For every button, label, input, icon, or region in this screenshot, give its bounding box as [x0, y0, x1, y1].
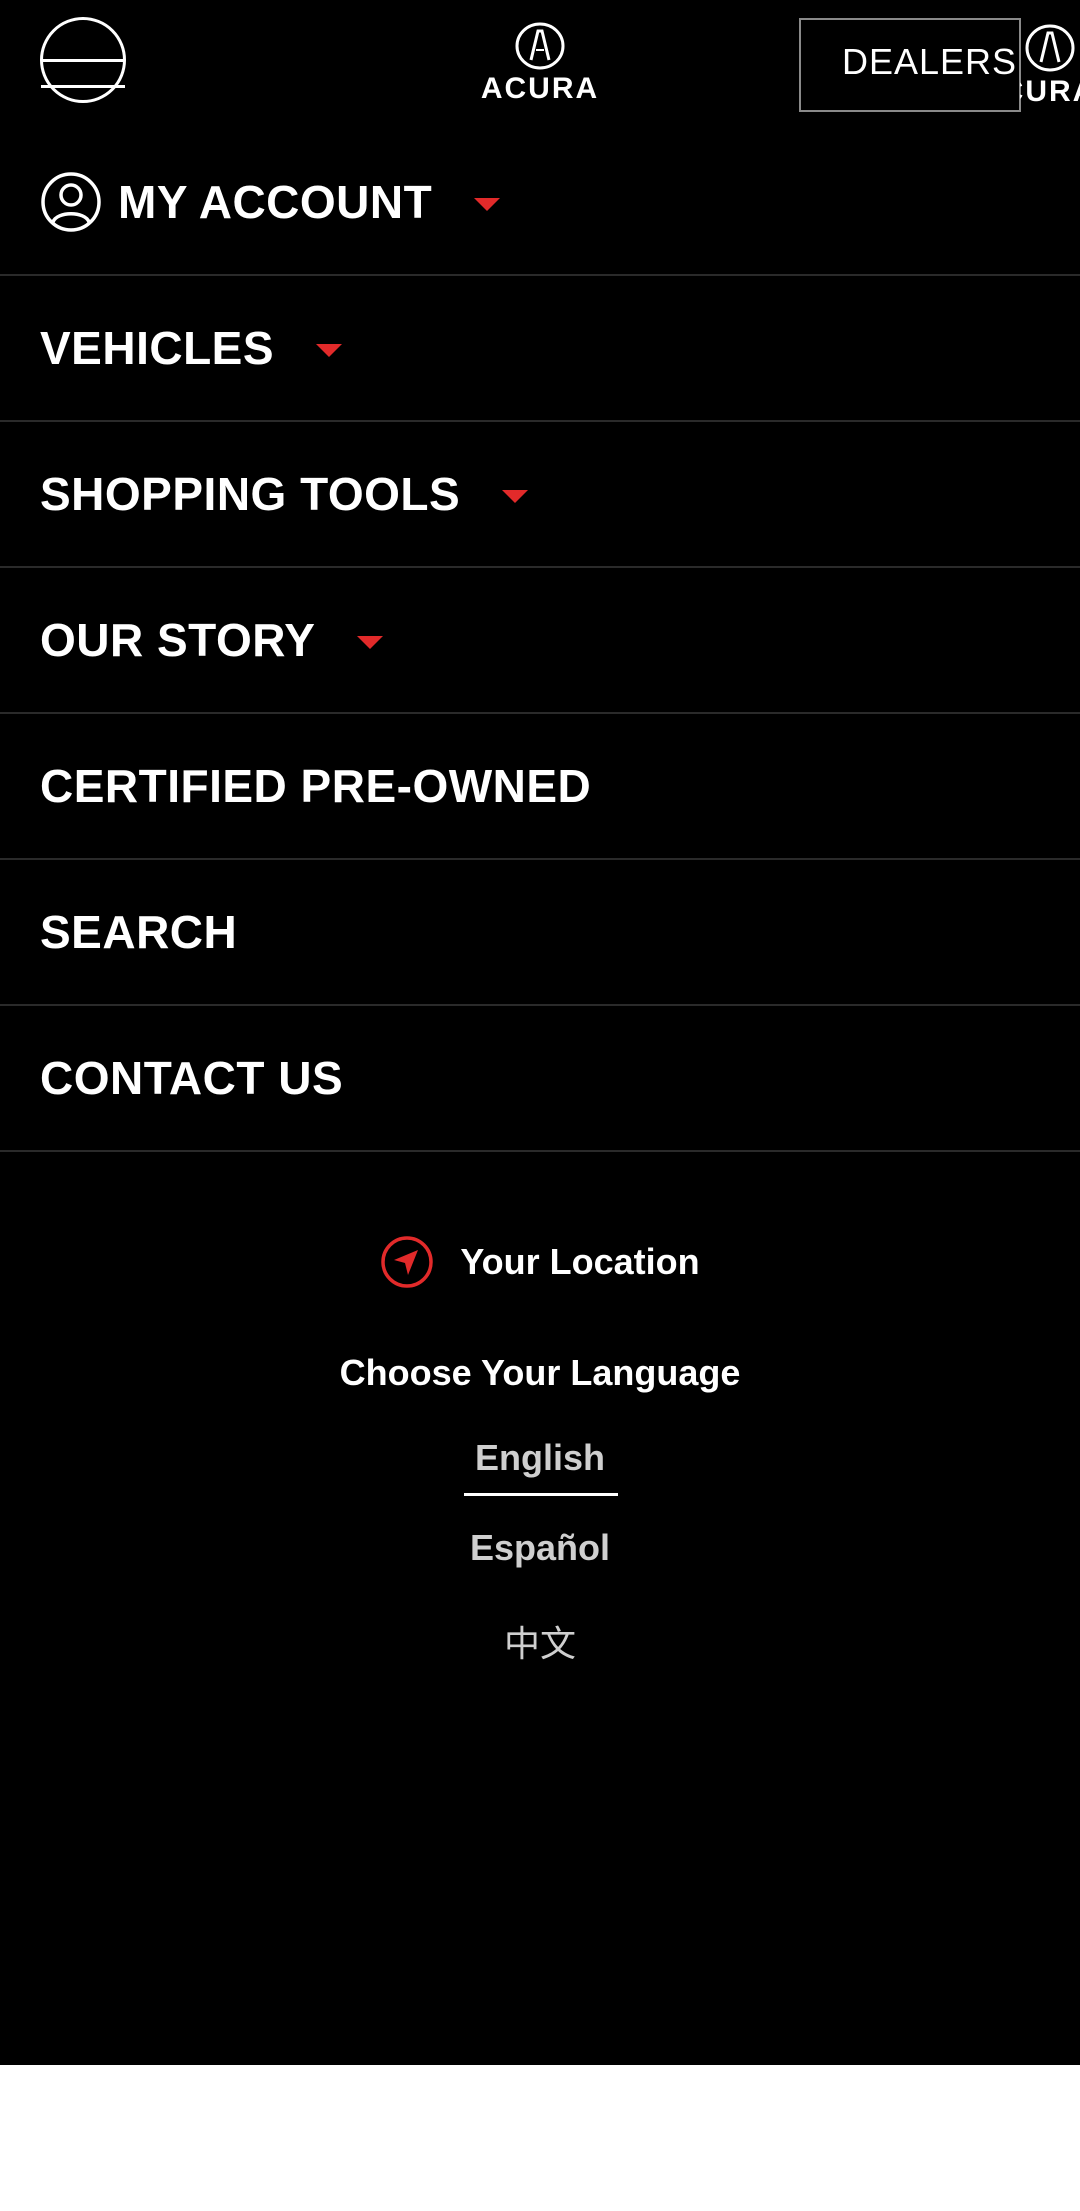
choose-language-title: Choose Your Language — [339, 1352, 741, 1393]
language-option-chinese[interactable]: 中文 — [0, 1615, 1080, 1667]
language-option-spanish[interactable]: Español — [0, 1527, 1080, 1569]
caret-down-icon — [474, 198, 501, 212]
caret-down-icon — [316, 344, 343, 358]
acura-logo[interactable]: ACURA — [465, 22, 615, 108]
caret-down-icon — [357, 636, 384, 650]
nav-item-contact-us[interactable]: CONTACT US — [0, 1006, 1080, 1152]
nav-item-certified-pre-owned[interactable]: CERTIFIED PRE-OWNED — [0, 714, 1080, 860]
location-arrow-icon — [381, 1236, 434, 1288]
acura-emblem-icon — [1025, 24, 1075, 72]
close-menu-button[interactable] — [40, 17, 126, 103]
user-account-icon — [41, 172, 101, 232]
your-location-button[interactable]: Your Location — [0, 1235, 1080, 1295]
nav-label-wrapper: MY ACCOUNT — [118, 175, 501, 229]
close-bar-icon — [41, 85, 125, 88]
navigation-menu-panel: ACURA DEALERS ACURA MY ACCOUNT V — [0, 0, 1080, 2065]
nav-item-my-account[interactable]: MY ACCOUNT — [0, 130, 1080, 276]
nav-item-vehicles[interactable]: VEHICLES — [0, 276, 1080, 422]
nav-label-contact-us: CONTACT US — [40, 1052, 344, 1104]
location-row: Your Location — [380, 1235, 700, 1289]
dealers-label: DEALERS — [842, 41, 1018, 82]
nav-item-shopping-tools[interactable]: SHOPPING TOOLS — [0, 422, 1080, 568]
acura-logo-text: ACURA — [480, 72, 600, 105]
nav-label-shopping-tools: SHOPPING TOOLS — [40, 468, 461, 520]
app-root: ACURA DEALERS ACURA MY ACCOUNT V — [0, 0, 1080, 2211]
nav-label-search: SEARCH — [40, 906, 238, 958]
nav-label-wrapper: SHOPPING TOOLS — [40, 467, 529, 521]
secondary-logo-text: ACURA — [1020, 75, 1080, 108]
nav-label-wrapper: VEHICLES — [40, 321, 343, 375]
close-bar-icon — [41, 59, 125, 62]
menu-header: ACURA DEALERS ACURA — [0, 0, 1080, 125]
nav-label-our-story: OUR STORY — [40, 614, 316, 666]
nav-label-certified-pre-owned: CERTIFIED PRE-OWNED — [40, 760, 592, 812]
selected-language-underline — [464, 1493, 618, 1496]
nav-label-wrapper: OUR STORY — [40, 613, 384, 667]
secondary-acura-logo: ACURA — [1020, 20, 1080, 110]
nav-label-my-account: MY ACCOUNT — [118, 176, 433, 228]
dealers-button[interactable]: DEALERS — [799, 18, 1021, 112]
language-option-english[interactable]: English — [0, 1437, 1080, 1479]
caret-down-icon — [502, 490, 529, 504]
nav-item-search[interactable]: SEARCH — [0, 860, 1080, 1006]
nav-item-our-story[interactable]: OUR STORY — [0, 568, 1080, 714]
nav-label-vehicles: VEHICLES — [40, 322, 275, 374]
your-location-label: Your Location — [460, 1241, 700, 1282]
acura-emblem-icon — [515, 22, 565, 70]
